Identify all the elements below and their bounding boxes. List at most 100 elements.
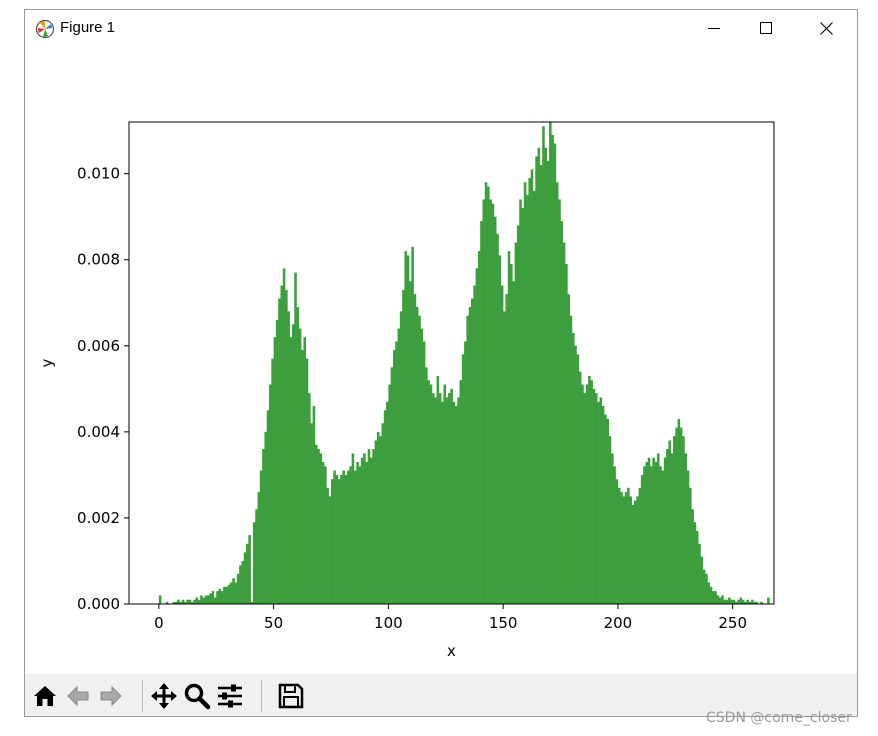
histogram-bar xyxy=(351,453,355,605)
histogram-bar xyxy=(542,126,545,605)
histogram-bar xyxy=(193,599,196,604)
histogram-bar xyxy=(158,595,162,604)
histogram-bar xyxy=(751,599,754,604)
forward-button[interactable] xyxy=(95,680,126,712)
histogram-bar xyxy=(289,337,293,604)
toolbar-separator xyxy=(261,680,262,712)
histogram-bar xyxy=(698,543,701,604)
histogram-bar xyxy=(700,556,704,604)
histogram-bar xyxy=(257,492,261,604)
histogram-bar xyxy=(636,496,639,604)
histogram-bar xyxy=(546,160,550,604)
histogram-bar xyxy=(443,384,447,604)
maximize-button[interactable] xyxy=(743,10,789,46)
histogram-bar xyxy=(512,281,515,604)
histogram-bar xyxy=(441,401,444,604)
histogram-bar xyxy=(225,586,228,604)
minimize-button[interactable] xyxy=(691,10,737,46)
histogram-bar xyxy=(498,255,502,604)
histogram-bar xyxy=(294,272,297,605)
x-tick-label: 100 xyxy=(374,614,403,632)
histogram-bar xyxy=(514,242,518,604)
histogram-bar xyxy=(718,597,722,604)
histogram-bar xyxy=(673,436,676,604)
histogram-bar xyxy=(431,393,435,605)
histogram-bar xyxy=(592,388,596,604)
title-bar[interactable]: Figure 1 xyxy=(25,10,857,46)
histogram-bar xyxy=(335,474,339,604)
histogram-bar xyxy=(565,264,568,604)
histogram-bar xyxy=(526,195,529,604)
histogram-bar xyxy=(670,453,674,605)
histogram-bar xyxy=(344,474,348,604)
histogram-bar xyxy=(305,358,309,604)
window-title: Figure 1 xyxy=(60,19,116,36)
histogram-bar xyxy=(574,345,577,604)
histogram-bar xyxy=(594,393,598,605)
histogram-bar xyxy=(186,599,189,604)
zoom-button[interactable] xyxy=(181,680,212,712)
histogram-bar xyxy=(716,595,720,604)
histogram-bar xyxy=(480,220,483,605)
histogram-bar xyxy=(278,298,281,604)
y-tick-label: 0.002 xyxy=(77,509,120,527)
histogram-bar xyxy=(491,203,495,604)
histogram-bar xyxy=(232,578,235,604)
histogram-bar xyxy=(303,337,306,604)
histogram-bar xyxy=(234,582,238,604)
histogram-bar xyxy=(252,522,256,604)
histogram-bar xyxy=(487,186,490,605)
histogram-bar xyxy=(262,449,265,604)
histogram-bar xyxy=(549,122,552,604)
save-button[interactable] xyxy=(275,680,306,712)
histogram-bar xyxy=(539,165,543,604)
histogram-bar xyxy=(666,449,669,604)
histogram-bar xyxy=(227,584,231,604)
histogram-bar xyxy=(767,597,770,604)
histogram-bar xyxy=(308,393,311,605)
histogram-bar xyxy=(241,560,245,604)
histogram-bar xyxy=(188,599,192,604)
histogram-bar xyxy=(728,597,731,604)
close-button[interactable] xyxy=(803,10,849,46)
histogram-bar xyxy=(684,453,688,605)
histogram-bar xyxy=(448,393,451,605)
histogram-bar xyxy=(381,423,385,604)
histogram-bar xyxy=(659,466,662,604)
histogram-bar xyxy=(608,436,612,604)
histogram-bar xyxy=(585,384,589,604)
histogram-bar xyxy=(422,341,426,604)
histogram-bar xyxy=(601,406,605,604)
histogram-bar xyxy=(383,410,387,604)
histogram-bar xyxy=(702,569,706,604)
histogram-bar xyxy=(211,591,215,604)
histogram-bar xyxy=(392,350,396,604)
histogram-bar xyxy=(420,328,424,604)
home-button[interactable] xyxy=(29,680,60,712)
pan-button[interactable] xyxy=(148,680,179,712)
histogram-bar xyxy=(360,457,364,604)
histogram-bar xyxy=(223,586,226,604)
histogram-bar xyxy=(656,453,660,605)
histogram-bar xyxy=(282,268,286,604)
histogram-bar xyxy=(631,505,635,604)
histogram-bar xyxy=(723,599,727,604)
histogram-bar xyxy=(537,147,541,604)
histogram-bar xyxy=(349,466,352,604)
histogram-bar xyxy=(372,449,375,604)
histogram-bar xyxy=(691,509,694,604)
histogram-bar xyxy=(239,565,242,604)
histogram-bar xyxy=(622,496,626,604)
histogram-bar xyxy=(572,332,575,605)
configure-subplots-button[interactable] xyxy=(214,680,245,712)
histogram-bar xyxy=(450,388,453,604)
back-button[interactable] xyxy=(62,680,93,712)
figure-canvas[interactable]: 0 50 100 150 200 250 0.000 0.002 0.004 0.006 0.00… xyxy=(25,46,857,674)
histogram-bar xyxy=(611,453,614,605)
histogram-bar xyxy=(569,315,573,604)
histogram-bar xyxy=(317,449,320,604)
histogram-bar xyxy=(482,199,486,604)
histogram-bar xyxy=(709,586,713,604)
histogram-bar xyxy=(445,397,449,604)
histogram-bar xyxy=(629,496,632,604)
